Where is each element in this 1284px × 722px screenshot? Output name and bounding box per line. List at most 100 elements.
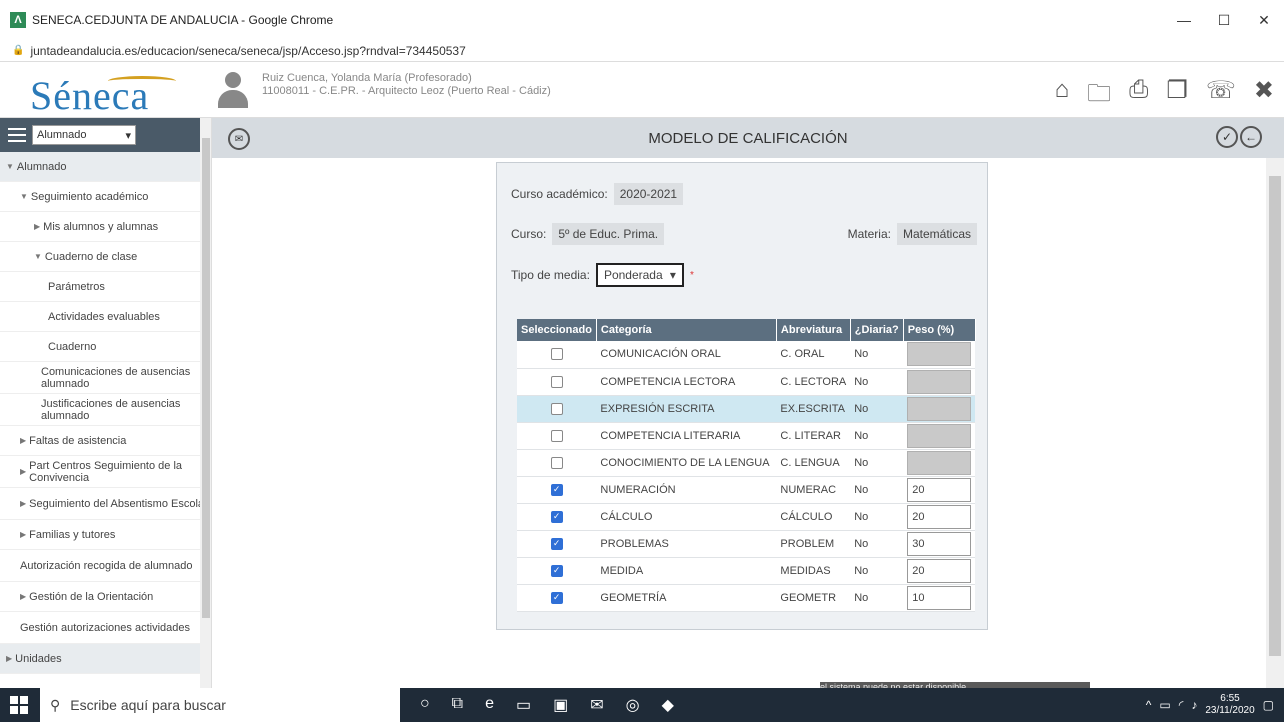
select-cell: [517, 449, 597, 477]
envelope-icon[interactable]: ✉: [228, 128, 250, 150]
sidebar-item[interactable]: Justificaciones de ausencias alumnado: [0, 394, 211, 426]
close-session-icon[interactable]: ✖: [1254, 76, 1274, 117]
peso-input[interactable]: 20: [907, 558, 972, 583]
table-row[interactable]: ✓ PROBLEMAS PROBLEM No 30: [517, 530, 976, 558]
phone-icon[interactable]: ☏: [1206, 76, 1236, 117]
browser-titlebar: Λ SENECA.CEDJUNTA DE ANDALUCIA - Google …: [0, 0, 1284, 40]
peso-input[interactable]: [907, 396, 972, 421]
sidebar-item[interactable]: ▶ Unidades: [0, 644, 211, 674]
volume-icon[interactable]: ♪: [1191, 698, 1197, 712]
checkbox-icon[interactable]: [550, 402, 563, 415]
close-window-icon[interactable]: ✕: [1244, 0, 1284, 40]
peso-input[interactable]: 20: [907, 504, 972, 529]
table-row[interactable]: ✓ CÁLCULO CÁLCULO No 20: [517, 503, 976, 531]
windows-start-icon[interactable]: [10, 696, 28, 714]
back-icon[interactable]: ←: [1240, 126, 1262, 148]
cortana-icon[interactable]: ○: [420, 695, 430, 715]
table-row[interactable]: ✓ NUMERACIÓN NUMERAC No 20: [517, 476, 976, 504]
table-row[interactable]: ✓ MEDIDA MEDIDAS No 20: [517, 557, 976, 585]
sidebar-item[interactable]: ▼ Seguimiento académico: [0, 182, 211, 212]
peso-input[interactable]: 20: [907, 477, 972, 502]
task-view-icon[interactable]: ⧉: [452, 695, 463, 715]
taskbar-search[interactable]: ⚲ Escribe aquí para buscar: [40, 688, 400, 722]
sidebar-item[interactable]: ▶ Mis alumnos y alumnas: [0, 212, 211, 242]
file-explorer-icon[interactable]: ▭: [516, 695, 531, 715]
battery-icon[interactable]: ▭: [1159, 698, 1170, 712]
chevron-up-icon[interactable]: ^: [1146, 698, 1152, 712]
checkbox-icon[interactable]: [550, 456, 563, 469]
seneca-logo: Séneca: [30, 72, 176, 119]
wifi-icon[interactable]: ◜: [1179, 698, 1184, 712]
maximize-icon[interactable]: ☐: [1204, 0, 1244, 40]
store-icon[interactable]: ▣: [553, 695, 568, 715]
sidebar-item[interactable]: Gestión autorizaciones actividades: [0, 612, 211, 644]
logo-swoosh: [108, 76, 176, 86]
windows-icon[interactable]: ❐: [1166, 76, 1188, 117]
address-bar[interactable]: 🔒 juntadeandalucia.es/educacion/seneca/s…: [0, 40, 1284, 62]
table-row[interactable]: ✓ GEOMETRÍA GEOMETR No 10: [517, 584, 976, 612]
edge-icon[interactable]: e: [485, 695, 494, 715]
sidebar-item[interactable]: Autorización recogida de alumnado: [0, 550, 211, 582]
categoria-cell: CÁLCULO: [596, 503, 777, 531]
peso-input[interactable]: [907, 369, 972, 394]
diaria-cell: No: [850, 476, 904, 504]
sidebar-item[interactable]: Cuaderno: [0, 332, 211, 362]
main-scrollbar[interactable]: [1266, 158, 1284, 688]
sidebar-item[interactable]: ▼ Alumnado: [0, 152, 211, 182]
sidebar-item-label: Part Centros Seguimiento de la Convivenc…: [29, 459, 183, 484]
sidebar-item[interactable]: ▼ Cuaderno de clase: [0, 242, 211, 272]
main-toolbar: ✉ MODELO DE CALIFICACIÓN ✓ ←: [212, 118, 1284, 158]
checkbox-icon[interactable]: [550, 429, 563, 442]
drop-icon[interactable]: ◆: [662, 695, 674, 715]
menu-icon[interactable]: [8, 128, 26, 142]
url-text[interactable]: juntadeandalucia.es/educacion/seneca/sen…: [30, 44, 465, 58]
folder-icon[interactable]: 🗀: [1087, 76, 1111, 117]
mail-icon[interactable]: ✉: [590, 695, 603, 715]
accept-icon[interactable]: ✓: [1216, 126, 1238, 148]
checked-checkbox-icon[interactable]: ✓: [550, 483, 563, 496]
peso-input[interactable]: [907, 342, 972, 367]
notifications-icon[interactable]: ▢: [1263, 698, 1274, 712]
table-row[interactable]: COMUNICACIÓN ORAL C. ORAL No: [517, 341, 976, 369]
chrome-icon[interactable]: ◎: [626, 695, 640, 715]
peso-input[interactable]: [907, 423, 972, 448]
table-row[interactable]: COMPETENCIA LECTORA C. LECTORA No: [517, 368, 976, 396]
sidebar-item[interactable]: ▶ Faltas de asistencia: [0, 426, 211, 456]
peso-input[interactable]: 10: [907, 585, 972, 610]
checked-checkbox-icon[interactable]: ✓: [550, 564, 563, 577]
sidebar-item[interactable]: Comunicaciones de ausencias alumnado: [0, 362, 211, 394]
module-select[interactable]: Alumnado ▾: [32, 125, 136, 145]
app-header: Séneca Ruiz Cuenca, Yolanda María (Profe…: [0, 62, 1284, 118]
checkbox-icon[interactable]: [550, 375, 563, 388]
sidebar-item[interactable]: ▶ Part Centros Seguimiento de la Convive…: [0, 456, 211, 488]
minimize-icon[interactable]: —: [1164, 0, 1204, 40]
user-avatar-icon: [216, 72, 250, 110]
table-row[interactable]: CONOCIMIENTO DE LA LENGUA C. LENGUA No: [517, 449, 976, 477]
curso-academico-value: 2020-2021: [613, 183, 684, 205]
sidebar-item[interactable]: ▶ Seguimiento del Absentismo Escolar: [0, 488, 211, 520]
sidebar-item[interactable]: ▶ Gestión de la Orientación: [0, 582, 211, 612]
clock[interactable]: 6:55 23/11/2020: [1205, 693, 1254, 717]
column-header: ¿Diaria?: [850, 319, 904, 341]
peso-input[interactable]: [907, 450, 972, 475]
checked-checkbox-icon[interactable]: ✓: [550, 591, 563, 604]
print-icon[interactable]: ⎙: [1129, 76, 1148, 117]
tipo-media-select[interactable]: Ponderada ▾: [595, 263, 684, 287]
table-row[interactable]: COMPETENCIA LITERARIA C. LITERAR No: [517, 422, 976, 450]
peso-cell: [903, 341, 976, 369]
expanded-arrow-icon: ▼: [34, 252, 42, 261]
checked-checkbox-icon[interactable]: ✓: [550, 537, 563, 550]
sidebar-item[interactable]: Actividades evaluables: [0, 302, 211, 332]
home-icon[interactable]: ⌂: [1055, 76, 1070, 117]
peso-cell: 20: [903, 503, 976, 531]
seneca-favicon-icon: Λ: [10, 12, 26, 28]
sidebar-item-label: Unidades: [15, 652, 62, 665]
checked-checkbox-icon[interactable]: ✓: [550, 510, 563, 523]
peso-input[interactable]: 30: [907, 531, 972, 556]
checkbox-icon[interactable]: [550, 348, 563, 361]
sidebar-item[interactable]: ▶ Familias y tutores: [0, 520, 211, 550]
sidebar-item[interactable]: Parámetros: [0, 272, 211, 302]
collapsed-arrow-icon: ▶: [20, 530, 27, 539]
sidebar-scrollbar[interactable]: [200, 118, 211, 688]
table-row[interactable]: EXPRESIÓN ESCRITA EX.ESCRITA No: [517, 395, 976, 423]
